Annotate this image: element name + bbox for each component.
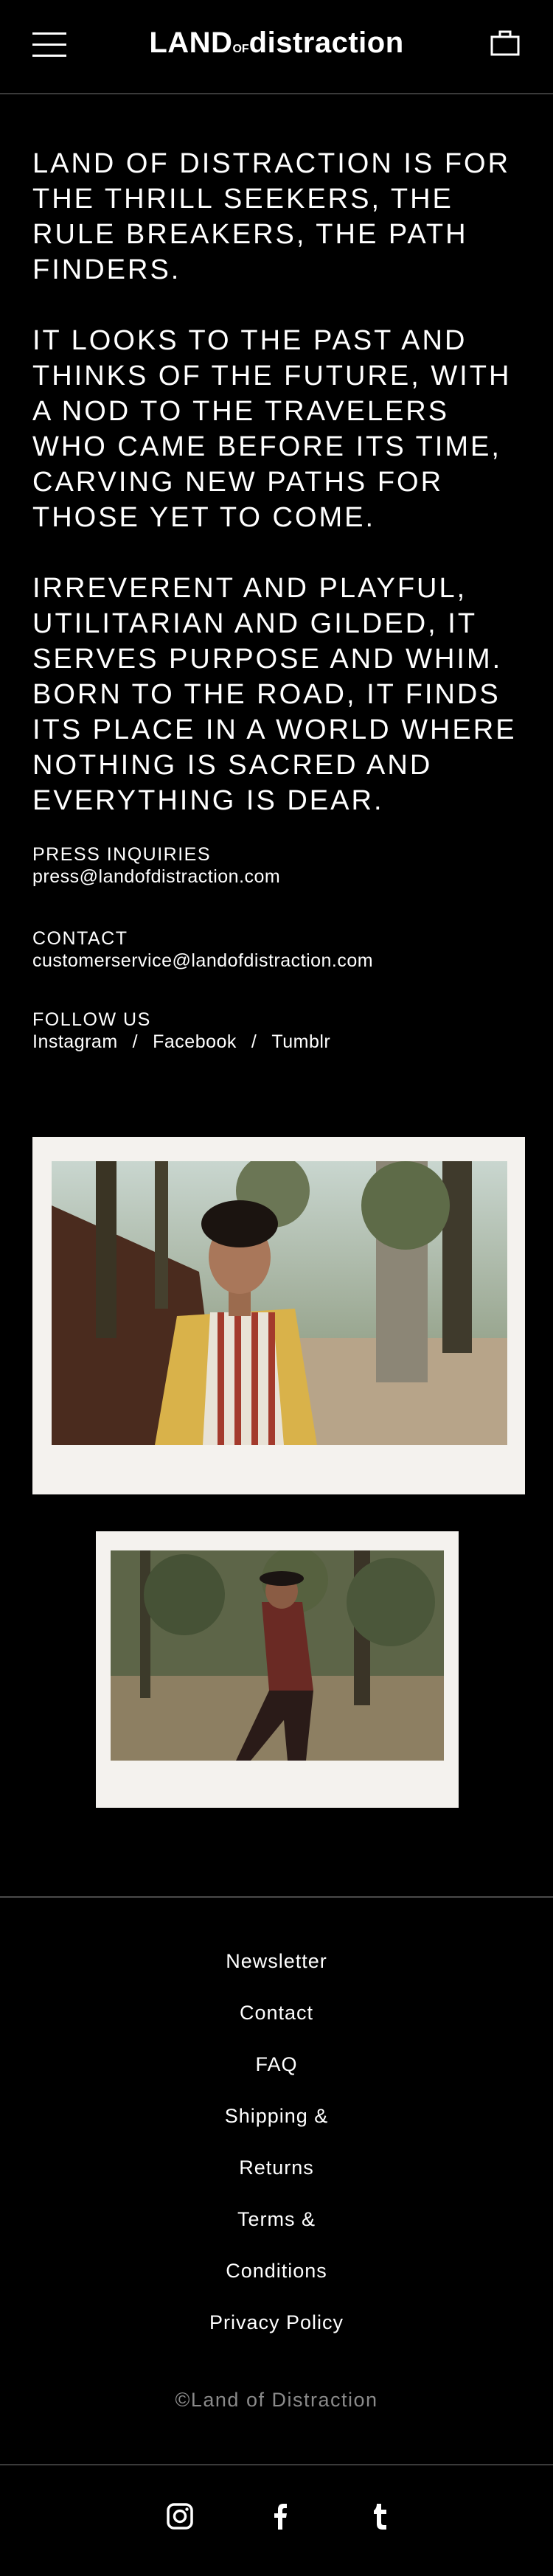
- copyright-text: ©Land of Distraction: [175, 2389, 378, 2411]
- photo-image: [52, 1161, 507, 1445]
- photo-image: [111, 1550, 444, 1761]
- footer-link-newsletter[interactable]: Newsletter: [0, 1935, 553, 1987]
- press-label: PRESS INQUIRIES: [32, 844, 211, 865]
- footer-link-terms[interactable]: Terms &: [0, 2193, 553, 2245]
- follow-us: FOLLOW US Instagram / Facebook / Tumblr: [32, 1009, 519, 1053]
- brand-manifesto: LAND OF DISTRACTION IS FOR THE THRILL SE…: [32, 146, 534, 854]
- facebook-icon[interactable]: [265, 2502, 295, 2531]
- site-logo[interactable]: LANDOFdistraction: [0, 25, 553, 67]
- manifesto-paragraph-1: LAND OF DISTRACTION IS FOR THE THRILL SE…: [32, 148, 511, 285]
- footer-link-contact[interactable]: Contact: [0, 1987, 553, 2039]
- tumblr-link[interactable]: Tumblr: [271, 1031, 330, 1052]
- footer-nav: Newsletter Contact FAQ Shipping & Return…: [0, 1935, 553, 2348]
- manifesto-paragraph-3: IRREVERENT AND PLAYFUL, UTILITARIAN AND …: [32, 573, 517, 816]
- press-email-link[interactable]: press@landofdistraction.com: [32, 866, 519, 888]
- separator: /: [251, 1031, 257, 1052]
- follow-label: FOLLOW US: [32, 1009, 151, 1030]
- polaroid-photo-woman-in-woods: [96, 1531, 459, 1808]
- footer-bottom-divider: [0, 2464, 553, 2465]
- bag-icon[interactable]: [490, 29, 520, 56]
- footer-link-faq[interactable]: FAQ: [0, 2039, 553, 2090]
- facebook-link[interactable]: Facebook: [153, 1031, 237, 1052]
- manifesto-paragraph-2: IT LOOKS TO THE PAST AND THINKS OF THE F…: [32, 325, 512, 533]
- contact-email-link[interactable]: customerservice@landofdistraction.com: [32, 950, 519, 972]
- logo-land: LAND: [149, 27, 233, 59]
- site-header: LANDOFdistraction: [0, 0, 553, 94]
- footer-link-privacy-policy[interactable]: Privacy Policy: [0, 2297, 553, 2348]
- footer-link-returns[interactable]: Returns: [0, 2142, 553, 2193]
- footer-divider: [0, 1896, 553, 1898]
- tumblr-icon[interactable]: [366, 2502, 395, 2531]
- logo-of: OF: [232, 43, 249, 55]
- footer-link-conditions[interactable]: Conditions: [0, 2245, 553, 2297]
- social-links: Instagram / Facebook / Tumblr: [32, 1031, 519, 1053]
- footer-link-shipping[interactable]: Shipping &: [0, 2090, 553, 2142]
- press-inquiries: PRESS INQUIRIES press@landofdistraction.…: [32, 843, 519, 888]
- separator: /: [132, 1031, 139, 1052]
- polaroid-photo-woman-striped-top: [32, 1137, 525, 1494]
- instagram-icon[interactable]: [165, 2502, 195, 2531]
- contact-info: CONTACT customerservice@landofdistractio…: [32, 927, 519, 972]
- instagram-link[interactable]: Instagram: [32, 1031, 118, 1052]
- logo-distraction: distraction: [248, 27, 404, 59]
- contact-label: CONTACT: [32, 928, 128, 949]
